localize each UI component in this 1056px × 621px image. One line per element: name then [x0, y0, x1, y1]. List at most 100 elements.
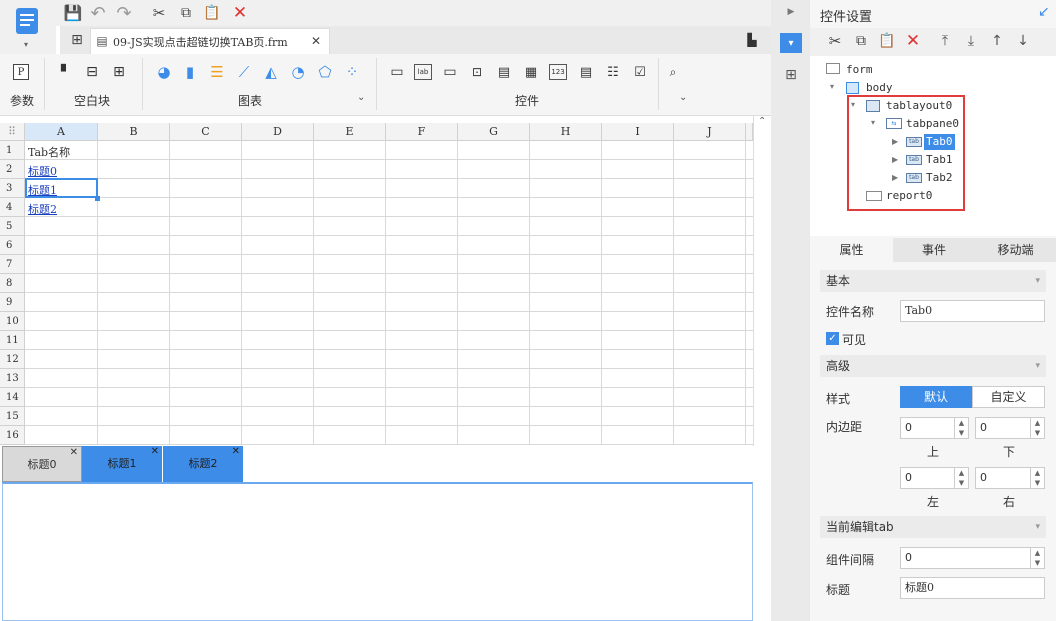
stepper-icon[interactable]: ▲ ▼: [1030, 468, 1044, 488]
padding-right-input[interactable]: 0 ▲ ▼: [975, 467, 1045, 489]
close-icon[interactable]: ✕: [151, 434, 159, 470]
cut-icon[interactable]: ✂: [826, 32, 844, 50]
row-header[interactable]: 2: [0, 160, 25, 179]
bar-chart-icon[interactable]: ▮: [181, 63, 199, 81]
delete-icon[interactable]: ✕: [231, 3, 249, 23]
scroll-up-icon[interactable]: ⌃: [758, 116, 766, 127]
widget-name-input[interactable]: Tab0: [900, 300, 1045, 322]
date-widget-icon[interactable]: ▦: [522, 64, 540, 80]
expand-right-icon[interactable]: ▶: [786, 6, 796, 18]
row-header[interactable]: 14: [0, 388, 25, 407]
row-header[interactable]: 5: [0, 217, 25, 236]
delete-icon[interactable]: ✕: [904, 31, 922, 51]
tree-node-body[interactable]: body: [866, 80, 893, 96]
cell-a2-link[interactable]: 标题0: [28, 163, 57, 179]
app-menu-logo[interactable]: ▾: [0, 0, 56, 54]
stepper-icon[interactable]: ▲ ▼: [1030, 548, 1044, 568]
save-icon[interactable]: 💾: [64, 4, 83, 22]
row-header[interactable]: 12: [0, 350, 25, 369]
redo-icon[interactable]: ↷: [115, 3, 133, 24]
absolute-block-icon[interactable]: ▘: [58, 64, 74, 80]
stepper-icon[interactable]: ▲ ▼: [954, 468, 968, 488]
dropdown-widget-icon[interactable]: ⊡: [468, 64, 486, 80]
tab-mobile[interactable]: 移动端: [975, 238, 1056, 262]
close-icon[interactable]: ✕: [309, 34, 323, 48]
spreadsheet-grid[interactable]: ⠿ A B C D E F G H I J 1 2 3 4 5 6 7 8 9 …: [0, 123, 753, 445]
fill-handle[interactable]: [95, 196, 100, 201]
grid-icon[interactable]: ⊞: [68, 31, 86, 49]
cell-a1[interactable]: Tab名称: [28, 144, 70, 160]
radar-chart-icon[interactable]: ⬠: [316, 63, 334, 81]
pie-chart-icon[interactable]: ◕: [155, 63, 173, 81]
paste-icon[interactable]: 📋: [878, 32, 896, 50]
column-header[interactable]: I: [602, 123, 674, 141]
row-header[interactable]: 3: [0, 179, 25, 198]
collapse-icon[interactable]: ▙: [744, 32, 760, 48]
combo-widget-icon[interactable]: ▤: [495, 64, 513, 80]
vertical-scrollbar[interactable]: ⌃: [753, 116, 771, 446]
tab-properties[interactable]: 属性: [810, 238, 893, 262]
padding-top-input[interactable]: 0 ▲ ▼: [900, 417, 969, 439]
number-widget-icon[interactable]: 123: [549, 64, 567, 80]
collapse-panel-icon[interactable]: ↙: [1038, 4, 1050, 20]
stepper-icon[interactable]: ▲ ▼: [954, 418, 968, 438]
tab-title-1[interactable]: 标题1 ✕: [82, 446, 162, 482]
move-top-icon[interactable]: ⤒: [936, 32, 954, 50]
radio-widget-icon[interactable]: ☷: [604, 64, 622, 80]
text-widget-icon[interactable]: ▭: [441, 64, 459, 80]
split-block-icon[interactable]: ⊟: [84, 64, 100, 80]
area-chart-icon[interactable]: ◭: [262, 63, 280, 81]
undo-icon[interactable]: ↶: [89, 3, 107, 24]
grid-corner[interactable]: ⠿: [0, 123, 25, 141]
column-header[interactable]: B: [98, 123, 170, 141]
section-basic[interactable]: 基本 ▾: [820, 270, 1046, 292]
row-header[interactable]: 6: [0, 236, 25, 255]
tab-block-icon[interactable]: ⊞: [111, 64, 127, 80]
label-widget-icon[interactable]: ▭: [388, 64, 406, 80]
hbar-chart-icon[interactable]: ☰: [208, 63, 226, 81]
chart-group-expand-icon[interactable]: ⌄: [357, 92, 365, 103]
row-header[interactable]: 13: [0, 369, 25, 388]
section-advanced[interactable]: 高级 ▾: [820, 355, 1046, 377]
cut-icon[interactable]: ✂: [150, 4, 168, 22]
line-chart-icon[interactable]: ⟋: [235, 63, 253, 81]
move-down-icon[interactable]: ↓: [1014, 32, 1032, 50]
move-up-icon[interactable]: ↑: [988, 32, 1006, 50]
tab-content-area[interactable]: [2, 482, 753, 621]
column-header[interactable]: E: [314, 123, 386, 141]
widget-settings-icon[interactable]: ▾: [780, 33, 802, 53]
style-custom-button[interactable]: 自定义: [972, 386, 1045, 408]
file-tab[interactable]: ▤ 09-JS实现点击超链切换TAB页.frm ✕: [90, 28, 330, 54]
tab-title-0[interactable]: 标题0 ✕: [2, 446, 82, 482]
textarea-widget-icon[interactable]: ▤: [577, 64, 595, 80]
style-default-button[interactable]: 默认: [900, 386, 972, 408]
column-header[interactable]: F: [386, 123, 458, 141]
column-header[interactable]: D: [242, 123, 314, 141]
visible-checkbox[interactable]: ✓: [826, 332, 839, 345]
row-header[interactable]: 1: [0, 141, 25, 160]
column-header[interactable]: J: [674, 123, 746, 141]
padding-bottom-input[interactable]: 0 ▲ ▼: [975, 417, 1045, 439]
widget-group-expand-icon[interactable]: ⌄: [679, 92, 687, 103]
component-list-icon[interactable]: ⊞: [781, 66, 801, 84]
row-header[interactable]: 4: [0, 198, 25, 217]
tree-node-form[interactable]: form: [846, 62, 873, 78]
paste-icon[interactable]: 📋: [203, 4, 221, 22]
copy-icon[interactable]: ⧉: [177, 4, 195, 22]
tab-events[interactable]: 事件: [893, 238, 975, 262]
scatter-chart-icon[interactable]: ⁘: [343, 63, 361, 81]
column-header[interactable]: H: [530, 123, 602, 141]
move-bottom-icon[interactable]: ⤓: [962, 32, 980, 50]
tab-title-2[interactable]: 标题2 ✕: [163, 446, 243, 482]
row-header[interactable]: 15: [0, 407, 25, 426]
parameter-icon[interactable]: P: [13, 64, 29, 80]
title-input[interactable]: 标题0: [900, 577, 1045, 599]
column-header[interactable]: A: [25, 123, 98, 141]
tree-expand-icon[interactable]: ▾: [830, 82, 834, 91]
row-header[interactable]: 10: [0, 312, 25, 331]
row-header[interactable]: 8: [0, 274, 25, 293]
gap-input[interactable]: 0 ▲ ▼: [900, 547, 1045, 569]
button-widget-icon[interactable]: lab: [414, 64, 432, 80]
row-header[interactable]: 11: [0, 331, 25, 350]
gauge-chart-icon[interactable]: ◔: [289, 63, 307, 81]
